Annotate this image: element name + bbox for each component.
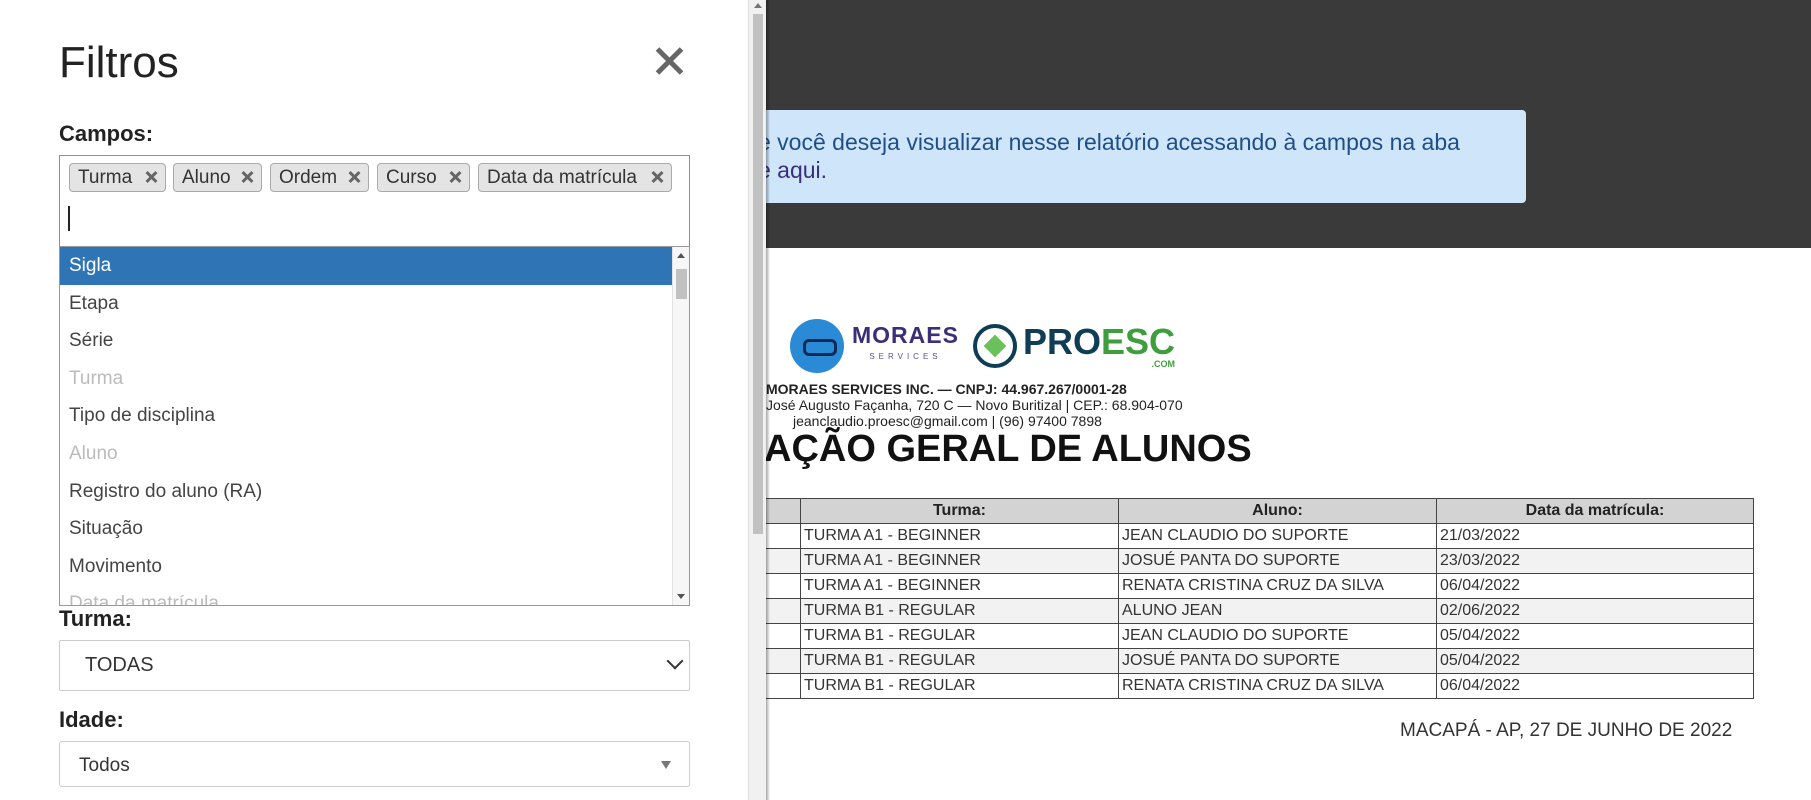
table-cell: TURMA B1 - REGULAR (800, 623, 1119, 649)
idade-select[interactable]: Todos (59, 741, 690, 787)
table-cell: 05/04/2022 (1436, 648, 1754, 674)
idade-label: Idade: (59, 707, 124, 732)
tag-aluno: Aluno (173, 163, 262, 192)
remove-tag-icon[interactable] (447, 169, 463, 185)
option-tipo-disciplina[interactable]: Tipo de disciplina (60, 397, 672, 435)
column-header-aluno: Aluno: (1118, 498, 1437, 524)
table-cell: JOSUÉ PANTA DO SUPORTE (1118, 648, 1437, 674)
turma-label: Turma: (59, 606, 132, 631)
turma-select[interactable]: TODAS (59, 640, 690, 691)
table-cell: RENATA CRISTINA CRUZ DA SILVA (1118, 573, 1437, 599)
scroll-thumb[interactable] (753, 14, 763, 534)
tag-data-matricula: Data da matrícula (478, 163, 672, 192)
table-cell: 02/06/2022 (1436, 598, 1754, 624)
table-row: TURMA A1 - BEGINNER JOSUÉ PANTA DO SUPORT… (752, 548, 1754, 574)
table-header-row: Turma: Aluno: Data da matrícula: (752, 498, 1754, 524)
scroll-thumb[interactable] (676, 269, 687, 299)
table-cell: TURMA A1 - BEGINNER (800, 548, 1119, 574)
table-cell: RENATA CRISTINA CRUZ DA SILVA (1118, 673, 1437, 699)
company-info: MORAES SERVICES INC. — CNPJ: 44.967.267/… (766, 381, 1183, 429)
table-row: TURMA B1 - REGULAR JEAN CLAUDIO DO SUPORT… (752, 623, 1754, 649)
option-situacao[interactable]: Situação (60, 510, 672, 548)
close-icon[interactable] (652, 44, 686, 78)
company-name: MORAES SERVICES INC. — CNPJ: 44.967.267/… (766, 381, 1127, 397)
table-cell: JEAN CLAUDIO DO SUPORTE (1118, 523, 1437, 549)
table-cell: TURMA B1 - REGULAR (800, 673, 1119, 699)
dropdown-arrow-icon (661, 761, 671, 769)
search-input-caret[interactable] (68, 206, 70, 231)
table-row: TURMA B1 - REGULAR ALUNO JEAN 02/06/2022 (752, 598, 1754, 624)
report-logos: MORAES SERVICES PROESC .COM (790, 318, 1175, 374)
remove-tag-icon[interactable] (346, 169, 362, 185)
campos-dropdown-list[interactable]: Sigla Etapa Série Turma Tipo de discipli… (59, 246, 690, 606)
tag-ordem: Ordem (270, 163, 369, 192)
table-cell: 06/04/2022 (1436, 573, 1754, 599)
table-cell: TURMA B1 - REGULAR (800, 648, 1119, 674)
table-cell: 06/04/2022 (1436, 673, 1754, 699)
proesc-mark-logo (972, 324, 1017, 368)
table-row: TURMA A1 - BEGINNER JEAN CLAUDIO DO SUPOR… (752, 523, 1754, 549)
campos-multiselect[interactable]: Turma Aluno Ordem Curso Data da matrícul… (59, 155, 690, 246)
option-data-matricula: Data da matrícula (69, 593, 219, 606)
idade-select-value: Todos (79, 755, 130, 776)
report-title: AÇÃO GERAL DE ALUNOS (764, 428, 1252, 470)
scroll-down-icon[interactable] (677, 594, 685, 599)
table-cell: JOSUÉ PANTA DO SUPORTE (1118, 548, 1437, 574)
alert-link[interactable]: e aqui. (758, 156, 1526, 184)
table-row: TURMA A1 - BEGINNER RENATA CRISTINA CRUZ … (752, 573, 1754, 599)
company-contact: jeanclaudio.proesc@gmail.com | (96) 9740… (793, 413, 1102, 429)
proesc-logo-esc: ESC (1100, 321, 1175, 362)
remove-tag-icon[interactable] (143, 169, 159, 185)
moraes-avatar-logo (790, 319, 844, 373)
proesc-logo: PROESC .COM (1022, 321, 1175, 369)
tag-label: Ordem (279, 167, 338, 188)
turma-select-value: TODAS (85, 654, 154, 676)
column-header-data-matricula: Data da matrícula: (1436, 498, 1754, 524)
table-cell: 23/03/2022 (1436, 548, 1754, 574)
filter-panel: Filtros Campos: Turma Aluno Ordem Curso … (0, 0, 748, 800)
info-alert: e você deseja visualizar nesse relatório… (700, 110, 1526, 203)
remove-tag-icon[interactable] (649, 169, 665, 185)
tag-label: Turma (78, 167, 133, 188)
table-cell: 05/04/2022 (1436, 623, 1754, 649)
company-address: José Augusto Façanha, 720 C — Novo Burit… (766, 397, 1183, 413)
option-registro-aluno[interactable]: Registro do aluno (RA) (60, 473, 672, 511)
tag-curso: Curso (377, 163, 470, 192)
campos-label: Campos: (59, 121, 154, 146)
table-cell: ALUNO JEAN (1118, 598, 1437, 624)
panel-shadow (766, 0, 770, 800)
table-cell: TURMA A1 - BEGINNER (800, 523, 1119, 549)
report-date-line: MACAPÁ - AP, 27 DE JUNHO DE 2022 (1400, 720, 1733, 741)
scroll-up-icon[interactable] (754, 3, 762, 8)
tag-label: Curso (386, 167, 437, 188)
tag-turma: Turma (69, 163, 166, 192)
tag-label: Data da matrícula (487, 167, 637, 188)
column-header-turma: Turma: (800, 498, 1119, 524)
remove-tag-icon[interactable] (239, 169, 255, 185)
table-row: TURMA B1 - REGULAR RENATA CRISTINA CRUZ D… (752, 673, 1754, 699)
chevron-down-icon (666, 652, 684, 670)
moraes-logo-text: MORAES (852, 322, 959, 348)
table-row: TURMA B1 - REGULAR JOSUÉ PANTA DO SUPORTE… (752, 648, 1754, 674)
table-cell: JEAN CLAUDIO DO SUPORTE (1118, 623, 1437, 649)
moraes-logo: MORAES SERVICES (852, 324, 959, 368)
option-movimento[interactable]: Movimento (60, 548, 672, 586)
table-cell: TURMA B1 - REGULAR (800, 598, 1119, 624)
option-turma: Turma (69, 367, 124, 389)
table-cell: TURMA A1 - BEGINNER (800, 573, 1119, 599)
tag-label: Aluno (182, 167, 231, 188)
alert-text-line1: e você deseja visualizar nesse relatório… (758, 129, 1460, 155)
option-aluno: Aluno (69, 442, 118, 464)
option-serie[interactable]: Série (60, 322, 672, 360)
panel-scrollbar[interactable] (748, 0, 766, 800)
option-etapa[interactable]: Etapa (60, 285, 672, 323)
scroll-up-icon[interactable] (677, 253, 685, 258)
moraes-logo-subtext: SERVICES (869, 352, 942, 361)
dropdown-scrollbar[interactable] (672, 247, 689, 605)
option-sigla[interactable]: Sigla (60, 247, 672, 285)
proesc-logo-pro: PRO (1022, 321, 1101, 362)
panel-title: Filtros (59, 38, 179, 87)
report-table: Turma: Aluno: Data da matrícula: TURMA A… (752, 498, 1754, 699)
table-cell: 21/03/2022 (1436, 523, 1754, 549)
